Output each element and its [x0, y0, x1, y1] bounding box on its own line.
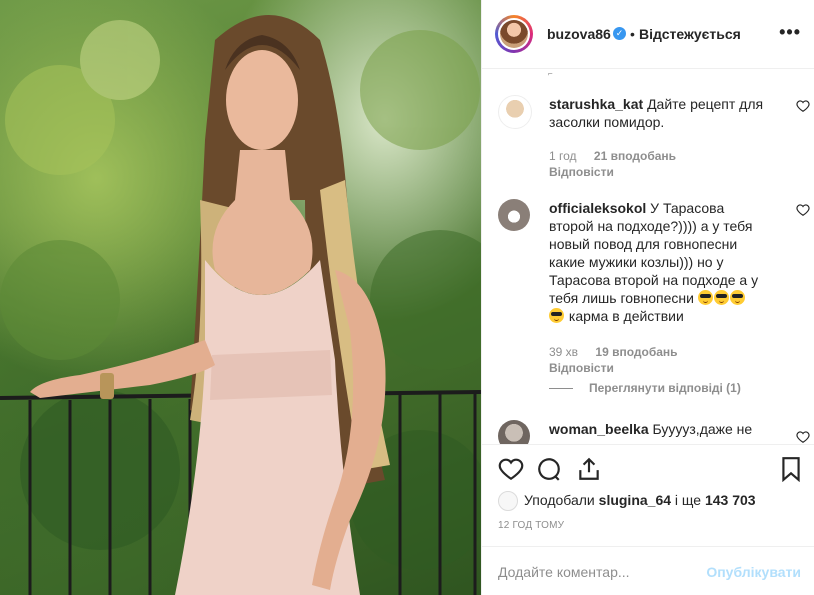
- avatar-image: [500, 20, 528, 48]
- post-photo[interactable]: [0, 0, 481, 595]
- sunglasses-emoji-icon: [713, 290, 729, 305]
- likes-count[interactable]: 143 703: [705, 492, 756, 508]
- sunglasses-emoji-icon: [697, 290, 713, 305]
- like-heart-icon[interactable]: [498, 456, 524, 482]
- story-avatar[interactable]: [495, 15, 533, 53]
- header-separator: •: [630, 26, 635, 42]
- comment-text-tail: карма в действии: [568, 308, 684, 324]
- clipped-text-fragment: ⌐: [548, 69, 553, 78]
- likes-prefix: Уподобали: [524, 492, 595, 508]
- comment-username[interactable]: woman_beelka: [549, 421, 649, 437]
- reply-button[interactable]: Відповісти: [549, 165, 614, 179]
- comment-time[interactable]: 39 хв: [549, 345, 578, 359]
- commenter-avatar[interactable]: [498, 420, 530, 444]
- comment-time[interactable]: 1 год: [549, 149, 577, 163]
- reply-button[interactable]: Відповісти: [549, 361, 614, 375]
- comments-list[interactable]: ⌐ starushka_kat Дайте рецепт для засолки…: [482, 69, 814, 444]
- likes-connector: і ще: [674, 492, 702, 508]
- comment-username[interactable]: starushka_kat: [549, 96, 643, 112]
- post-timestamp[interactable]: 12 ГОД ТОМУ: [498, 520, 564, 531]
- comment-input[interactable]: Додайте коментар...: [498, 564, 630, 580]
- comment-item: woman_beelka Бууууз,даже не: [498, 420, 810, 444]
- verified-badge-icon: ✓: [613, 27, 626, 40]
- comment-likes[interactable]: 19 вподобань: [595, 345, 677, 359]
- view-replies-label: Переглянути відповіді (1): [589, 381, 741, 395]
- comment-bubble-icon[interactable]: [536, 456, 562, 482]
- sunglasses-emoji-icon: [729, 290, 745, 305]
- comment-likes[interactable]: 21 вподобань: [594, 149, 676, 163]
- commenter-avatar[interactable]: [498, 199, 530, 231]
- comment-item: starushka_kat Дайте рецепт для засолки п…: [498, 95, 810, 195]
- comment-like-icon[interactable]: [796, 430, 810, 444]
- comment-username[interactable]: officialeksokol: [549, 200, 646, 216]
- post-actions: [482, 444, 814, 494]
- post-panel: buzova86 ✓ • Відстежується ••• ⌐ starush…: [481, 0, 814, 595]
- share-upload-icon[interactable]: [576, 456, 602, 482]
- divider-line: [549, 388, 573, 390]
- photo-illustration: [0, 15, 481, 595]
- commenter-avatar[interactable]: [498, 95, 532, 129]
- author-username[interactable]: buzova86: [547, 26, 611, 42]
- liker-avatar[interactable]: [498, 491, 518, 511]
- comment-text: Бууууз,даже не: [652, 421, 753, 437]
- liker-username[interactable]: slugina_64: [599, 492, 671, 508]
- sunglasses-emoji-icon: [549, 308, 564, 323]
- post-comment-button[interactable]: Опублікувати: [706, 564, 801, 580]
- add-comment-bar: Додайте коментар... Опублікувати: [482, 546, 814, 595]
- following-button[interactable]: Відстежується: [639, 26, 741, 42]
- view-replies-button[interactable]: Переглянути відповіді (1): [549, 381, 741, 395]
- comment-like-icon[interactable]: [796, 99, 810, 113]
- more-options-icon[interactable]: •••: [779, 22, 801, 43]
- comment-item: officialeksokol У Тарасова второй на под…: [498, 199, 810, 409]
- post-header: buzova86 ✓ • Відстежується •••: [482, 0, 814, 69]
- comment-like-icon[interactable]: [796, 203, 810, 217]
- bookmark-icon[interactable]: [778, 456, 804, 482]
